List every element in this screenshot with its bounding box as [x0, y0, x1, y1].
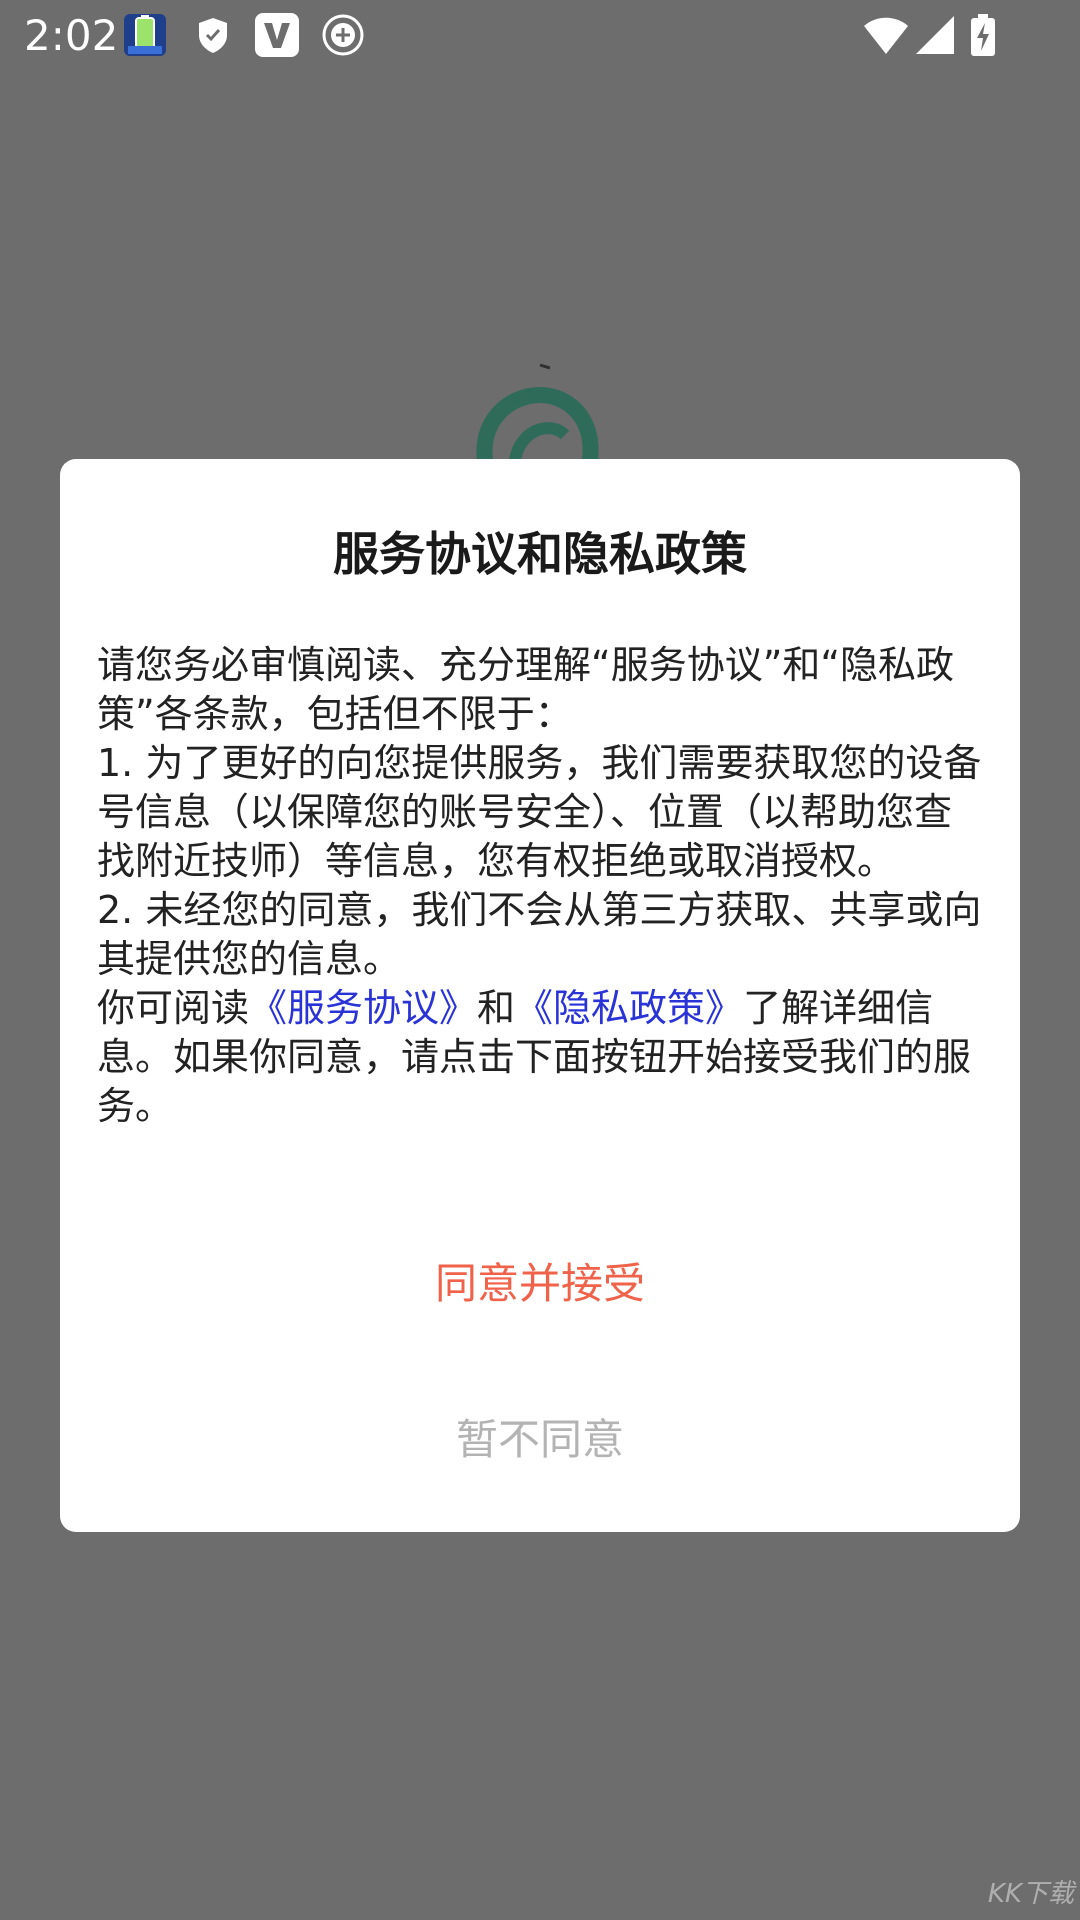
add-circle-icon	[322, 14, 364, 56]
read-prefix: 你可阅读	[97, 986, 250, 1030]
shield-icon	[199, 18, 227, 53]
intro-text: 请您务必审慎阅读、充分理解“服务协议”和“隐私政策”各条款，包括但不限于：	[97, 643, 955, 736]
item-2-text: 2. 未经您的同意，我们不会从第三方获取、共享或向其提供您的信息。	[97, 888, 982, 981]
signal-icon	[916, 16, 954, 54]
agree-button[interactable]: 同意并接受	[60, 1239, 1020, 1329]
status-time: 2:02	[24, 11, 119, 60]
dialog-body: 请您务必审慎阅读、充分理解“服务协议”和“隐私政策”各条款，包括但不限于： 1.…	[97, 641, 983, 1131]
battery-app-icon	[124, 14, 166, 56]
item-1-text: 1. 为了更好的向您提供服务，我们需要获取您的设备号信息（以保障您的账号安全）、…	[97, 741, 982, 883]
decline-button[interactable]: 暂不同意	[60, 1395, 1020, 1485]
privacy-policy-link[interactable]: 《隐私政策》	[515, 986, 743, 1030]
status-bar: 2:02	[0, 0, 1080, 72]
screen: 2:02 服务协议和隐私政策 请您务必审慎阅读、充分理解“服务协议”和“隐私政策…	[0, 0, 1080, 1920]
and-text: 和	[477, 986, 516, 1030]
battery-charging-icon	[971, 14, 995, 56]
dialog-title: 服务协议和隐私政策	[333, 527, 747, 581]
v-app-icon	[255, 13, 299, 57]
wifi-icon	[864, 17, 908, 54]
privacy-dialog: 服务协议和隐私政策 请您务必审慎阅读、充分理解“服务协议”和“隐私政策”各条款，…	[60, 459, 1020, 1532]
watermark: KK下载	[987, 1879, 1074, 1909]
read-more-text: 你可阅读《服务协议》和《隐私政策》了解详细信息。如果你同意，请点击下面按钮开始接…	[97, 984, 983, 1131]
service-agreement-link[interactable]: 《服务协议》	[249, 986, 477, 1030]
app-logo-icon	[476, 363, 599, 460]
